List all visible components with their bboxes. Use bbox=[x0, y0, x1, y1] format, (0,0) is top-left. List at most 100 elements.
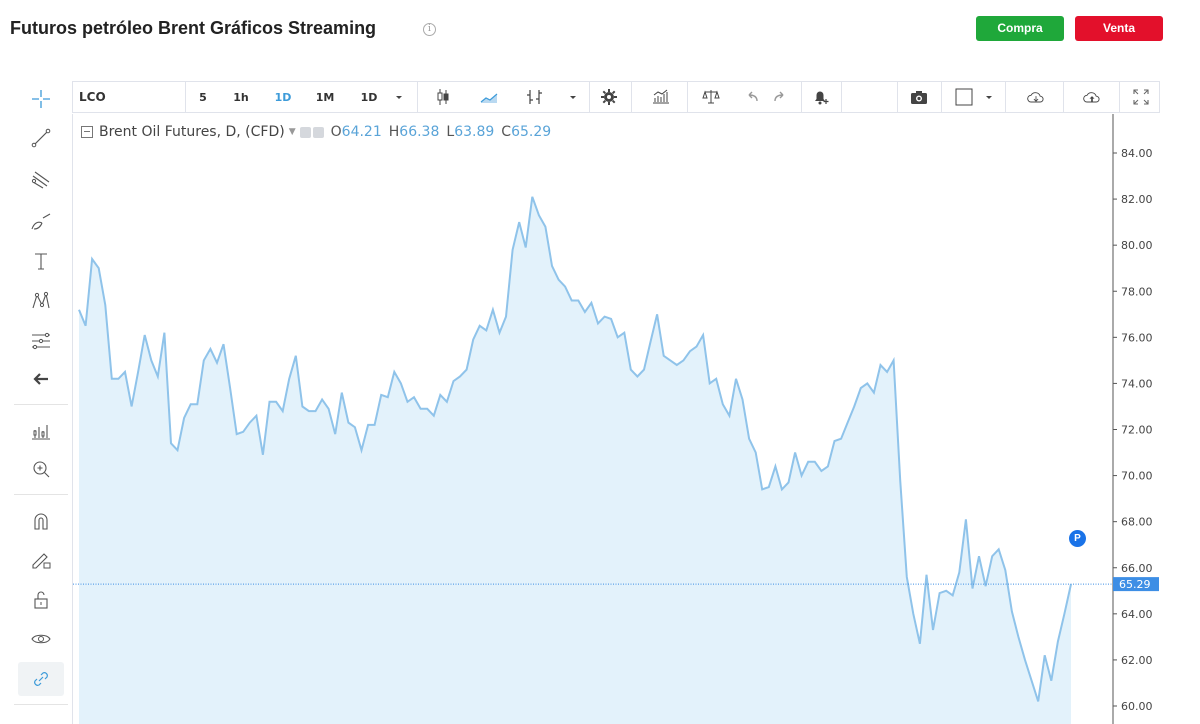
crosshair-tool[interactable] bbox=[18, 82, 64, 116]
legend-symbol-name[interactable]: Brent Oil Futures, D, (CFD) bbox=[99, 124, 285, 140]
compare-symbols-button[interactable] bbox=[697, 82, 725, 112]
brush-icon bbox=[31, 213, 51, 230]
fullscreen-button[interactable] bbox=[1127, 82, 1155, 112]
toolbar-divider bbox=[14, 494, 68, 495]
magnet-tool[interactable] bbox=[18, 504, 64, 538]
bell-plus-icon bbox=[815, 91, 829, 105]
text-tool[interactable] bbox=[18, 244, 64, 278]
page-header: Futuros petróleo Brent Gráficos Streamin… bbox=[0, 0, 1200, 60]
sell-button[interactable]: Venta bbox=[1075, 16, 1163, 41]
y-tick-label: 84.00 bbox=[1121, 147, 1153, 160]
candles-icon bbox=[437, 89, 449, 105]
compare-icon bbox=[527, 90, 542, 104]
snapshot-button[interactable] bbox=[905, 82, 933, 112]
lock-drawing-tool[interactable] bbox=[18, 542, 64, 576]
toolbar-divider bbox=[687, 82, 688, 112]
toolbar-divider bbox=[631, 82, 632, 112]
unlock-tool[interactable] bbox=[18, 583, 64, 617]
save-chart-button[interactable] bbox=[1077, 82, 1107, 112]
collapse-icon[interactable] bbox=[81, 126, 93, 138]
y-tick-label: 76.00 bbox=[1121, 331, 1153, 344]
caret-down-icon[interactable]: ▼ bbox=[289, 127, 296, 137]
y-tick-label: 78.00 bbox=[1121, 285, 1153, 298]
scales-icon bbox=[702, 90, 720, 104]
cloud-upload-icon bbox=[1083, 92, 1100, 103]
cloud-download-icon bbox=[1027, 92, 1044, 103]
low-value: 63.89 bbox=[454, 124, 495, 140]
alert-button[interactable] bbox=[807, 82, 835, 112]
settings-button[interactable] bbox=[595, 82, 623, 112]
remove-drawings-tool[interactable] bbox=[18, 362, 64, 396]
chart-widget: LCO 5 1h 1D 1M 1D 84.00 82.00 80.00 78.0… bbox=[0, 76, 1200, 724]
background-color-button[interactable] bbox=[953, 82, 975, 112]
compare-button[interactable] bbox=[521, 82, 549, 112]
y-tick-label: 66.00 bbox=[1121, 562, 1153, 575]
interval-1d[interactable]: 1D bbox=[265, 82, 301, 112]
visibility-tool[interactable] bbox=[18, 622, 64, 656]
toolbar-divider bbox=[14, 704, 68, 705]
zoom-tool[interactable] bbox=[18, 452, 64, 486]
pattern-tool[interactable] bbox=[18, 284, 64, 318]
fullscreen-icon bbox=[1133, 89, 1149, 105]
trend-line-icon bbox=[31, 128, 51, 148]
high-value: 66.38 bbox=[399, 124, 440, 140]
close-key: C bbox=[501, 124, 512, 140]
buy-button[interactable]: Compra bbox=[976, 16, 1064, 41]
interval-1h[interactable]: 1h bbox=[223, 82, 259, 112]
interval-5[interactable]: 5 bbox=[189, 82, 217, 112]
toolbar-divider bbox=[1119, 82, 1120, 112]
caret-down-icon bbox=[986, 96, 992, 99]
caret-down-icon bbox=[396, 96, 402, 99]
link-tool[interactable] bbox=[18, 662, 64, 696]
interval-dropdown[interactable] bbox=[389, 82, 409, 112]
camera-icon bbox=[911, 91, 927, 104]
y-tick-label: 62.00 bbox=[1121, 654, 1153, 667]
position-badge[interactable]: P bbox=[1069, 530, 1086, 547]
page-title: Futuros petróleo Brent Gráficos Streamin… bbox=[10, 18, 377, 38]
chart-legend: Brent Oil Futures, D, (CFD) ▼ O 64.21 H 66… bbox=[81, 124, 551, 140]
pitchfork-tool[interactable] bbox=[18, 163, 64, 197]
y-tick-label: 70.00 bbox=[1121, 470, 1153, 483]
back-arrow-icon bbox=[33, 373, 48, 385]
settings-square-icon[interactable] bbox=[299, 126, 311, 138]
brush-tool[interactable] bbox=[18, 204, 64, 238]
y-tick-label: 80.00 bbox=[1121, 239, 1153, 252]
redo-icon bbox=[774, 91, 784, 102]
fib-icon bbox=[32, 332, 50, 350]
price-area-fill bbox=[79, 196, 1071, 724]
interval-custom[interactable]: 1D bbox=[353, 82, 385, 112]
load-chart-button[interactable] bbox=[1021, 82, 1051, 112]
interval-1m[interactable]: 1M bbox=[307, 82, 343, 112]
text-icon bbox=[35, 253, 47, 270]
settings-square-icon[interactable] bbox=[312, 126, 324, 138]
undo-button[interactable] bbox=[739, 82, 763, 112]
y-tick-label: 64.00 bbox=[1121, 608, 1153, 621]
area-chart-button[interactable] bbox=[475, 82, 503, 112]
area-chart-icon bbox=[480, 93, 498, 103]
toolbar-divider bbox=[14, 404, 68, 405]
compare-dropdown[interactable] bbox=[563, 82, 583, 112]
fib-tool[interactable] bbox=[18, 324, 64, 358]
indicators-icon bbox=[653, 89, 669, 104]
magnet-icon bbox=[34, 513, 48, 530]
y-tick-label: 72.00 bbox=[1121, 424, 1153, 437]
indicators-tool[interactable] bbox=[18, 414, 64, 448]
info-icon[interactable]: i bbox=[423, 23, 436, 36]
high-key: H bbox=[388, 124, 400, 140]
price-chart[interactable]: 84.00 82.00 80.00 78.00 76.00 74.00 72.00 70.00… bbox=[73, 114, 1161, 724]
indicators-button[interactable] bbox=[647, 82, 675, 112]
color-square-icon bbox=[955, 88, 973, 106]
unlock-icon bbox=[34, 591, 48, 609]
lock-drawing-icon bbox=[32, 553, 51, 569]
symbol-input[interactable]: LCO bbox=[79, 82, 179, 112]
pitchfork-icon bbox=[31, 171, 50, 189]
crosshair-icon bbox=[32, 90, 50, 108]
toolbar-divider bbox=[801, 82, 802, 112]
gear-icon bbox=[601, 89, 617, 105]
undo-icon bbox=[748, 91, 758, 102]
redo-button[interactable] bbox=[769, 82, 793, 112]
chart-pane[interactable]: 84.00 82.00 80.00 78.00 76.00 74.00 72.00 70.00… bbox=[72, 114, 1160, 724]
color-dropdown[interactable] bbox=[979, 82, 999, 112]
candles-button[interactable] bbox=[429, 82, 457, 112]
trend-line-tool[interactable] bbox=[18, 121, 64, 155]
